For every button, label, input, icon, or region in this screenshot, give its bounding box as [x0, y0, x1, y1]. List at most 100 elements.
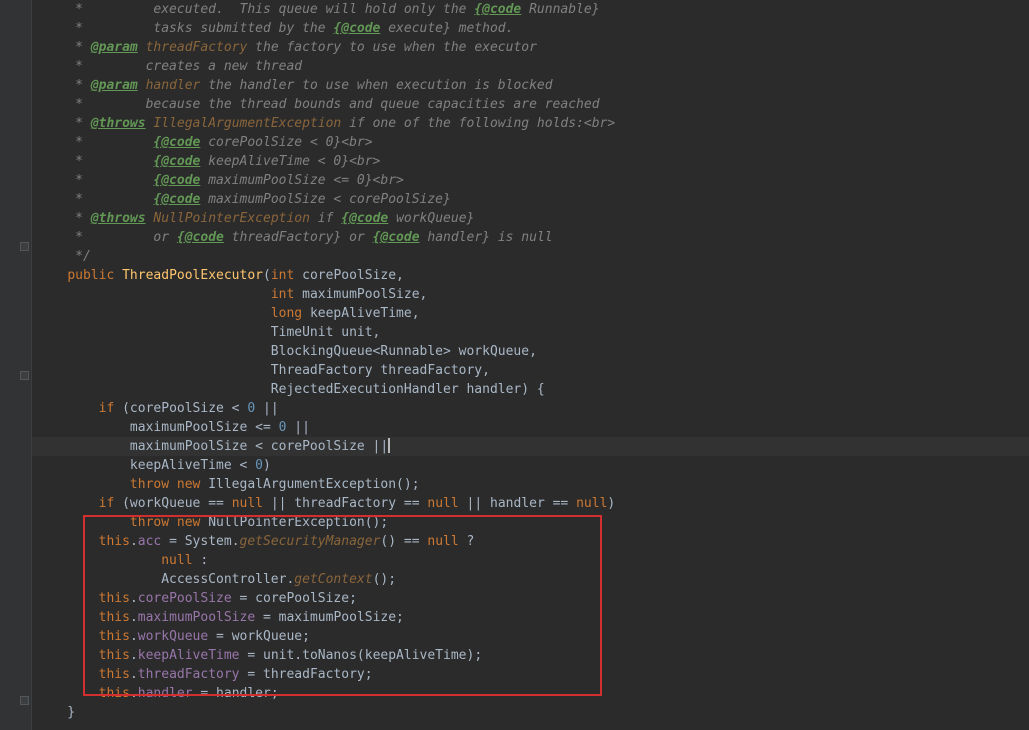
code-token: = threadFactory;: [240, 667, 373, 682]
text-caret: [388, 438, 390, 453]
code-line[interactable]: * because the thread bounds and queue ca…: [32, 95, 1029, 114]
code-token: public: [67, 268, 114, 283]
code-line[interactable]: * executed. This queue will hold only th…: [32, 0, 1029, 19]
code-token: if one of the following holds:<br>: [341, 116, 615, 131]
code-line[interactable]: long keepAliveTime,: [32, 304, 1029, 323]
code-line[interactable]: ThreadFactory threadFactory,: [32, 361, 1029, 380]
code-token: this: [99, 629, 130, 644]
fold-marker-icon[interactable]: [20, 371, 29, 380]
code-token: maximumPoolSize < corePoolSize ||: [36, 439, 388, 454]
code-token: (corePoolSize <: [114, 401, 247, 416]
code-token: [36, 591, 99, 606]
code-token: @throws: [91, 116, 146, 131]
code-token: workQueue}: [388, 211, 474, 226]
code-token: [36, 610, 99, 625]
code-token: [36, 477, 130, 492]
code-token: *: [36, 40, 91, 55]
code-token: handler: [138, 686, 193, 701]
code-line[interactable]: BlockingQueue<Runnable> workQueue,: [32, 342, 1029, 361]
code-token: maximumPoolSize <=: [36, 420, 279, 435]
code-token: (workQueue ==: [114, 496, 231, 511]
code-token: corePoolSize: [138, 591, 232, 606]
code-token: = handler;: [193, 686, 279, 701]
code-token: this: [99, 667, 130, 682]
code-token: = workQueue;: [208, 629, 310, 644]
code-line[interactable]: * @param handler the handler to use when…: [32, 76, 1029, 95]
code-line[interactable]: */: [32, 247, 1029, 266]
code-token: keepAliveTime <: [36, 458, 255, 473]
code-line[interactable]: keepAliveTime < 0): [32, 456, 1029, 475]
code-token: this: [99, 591, 130, 606]
code-token: (: [263, 268, 271, 283]
code-line[interactable]: maximumPoolSize <= 0 ||: [32, 418, 1029, 437]
code-line[interactable]: * {@code maximumPoolSize <= 0}<br>: [32, 171, 1029, 190]
code-line[interactable]: RejectedExecutionHandler handler) {: [32, 380, 1029, 399]
code-token: }: [36, 705, 75, 720]
code-token: [138, 40, 146, 55]
code-line[interactable]: * {@code keepAliveTime < 0}<br>: [32, 152, 1029, 171]
code-token: BlockingQueue<Runnable> workQueue,: [36, 344, 537, 359]
code-editor[interactable]: * executed. This queue will hold only th…: [32, 0, 1029, 722]
code-token: {@code: [153, 192, 200, 207]
code-token: @param: [91, 40, 138, 55]
code-token: */: [36, 249, 91, 264]
code-line[interactable]: this.keepAliveTime = unit.toNanos(keepAl…: [32, 646, 1029, 665]
code-token: corePoolSize < 0}<br>: [200, 135, 372, 150]
code-token: ThreadFactory threadFactory,: [36, 363, 490, 378]
code-token: null: [427, 496, 458, 511]
code-line[interactable]: this.maximumPoolSize = maximumPoolSize;: [32, 608, 1029, 627]
code-token: getSecurityManager: [240, 534, 381, 549]
code-line[interactable]: null :: [32, 551, 1029, 570]
code-token: [36, 287, 271, 302]
code-token: corePoolSize,: [294, 268, 404, 283]
code-token: [36, 686, 99, 701]
code-line[interactable]: this.workQueue = workQueue;: [32, 627, 1029, 646]
code-token: [36, 629, 99, 644]
code-token: getContext: [294, 572, 372, 587]
code-token: ): [607, 496, 615, 511]
code-token: this: [99, 534, 130, 549]
code-line[interactable]: throw new NullPointerException();: [32, 513, 1029, 532]
code-line[interactable]: * {@code corePoolSize < 0}<br>: [32, 133, 1029, 152]
code-token: handler} is null: [420, 230, 553, 245]
code-line[interactable]: AccessController.getContext();: [32, 570, 1029, 589]
code-token: * tasks submitted by the: [36, 21, 333, 36]
code-token: {@code: [153, 173, 200, 188]
fold-marker-icon[interactable]: [20, 696, 29, 705]
code-line[interactable]: * tasks submitted by the {@code execute}…: [32, 19, 1029, 38]
code-line[interactable]: * @param threadFactory the factory to us…: [32, 38, 1029, 57]
code-token: ();: [373, 572, 396, 587]
code-line[interactable]: * @throws IllegalArgumentException if on…: [32, 114, 1029, 133]
code-token: * or: [36, 230, 177, 245]
code-token: .: [130, 648, 138, 663]
code-token: :: [193, 553, 209, 568]
code-token: @param: [91, 78, 138, 93]
code-line[interactable]: this.corePoolSize = corePoolSize;: [32, 589, 1029, 608]
code-line[interactable]: this.threadFactory = threadFactory;: [32, 665, 1029, 684]
code-token: workQueue: [138, 629, 208, 644]
code-line[interactable]: * or {@code threadFactory} or {@code han…: [32, 228, 1029, 247]
code-line[interactable]: this.acc = System.getSecurityManager() =…: [32, 532, 1029, 551]
code-line[interactable]: throw new IllegalArgumentException();: [32, 475, 1029, 494]
code-token: .: [130, 667, 138, 682]
code-token: .: [130, 591, 138, 606]
code-token: keepAliveTime: [138, 648, 240, 663]
editor-gutter: [0, 0, 32, 730]
code-line[interactable]: * @throws NullPointerException if {@code…: [32, 209, 1029, 228]
fold-marker-icon[interactable]: [20, 242, 29, 251]
code-token: .: [130, 534, 138, 549]
code-token: this: [99, 686, 130, 701]
code-line[interactable]: TimeUnit unit,: [32, 323, 1029, 342]
code-line[interactable]: if (workQueue == null || threadFactory =…: [32, 494, 1029, 513]
code-token: ?: [459, 534, 475, 549]
code-token: NullPointerException();: [200, 515, 388, 530]
code-line[interactable]: int maximumPoolSize,: [32, 285, 1029, 304]
code-line[interactable]: public ThreadPoolExecutor(int corePoolSi…: [32, 266, 1029, 285]
code-line[interactable]: if (corePoolSize < 0 ||: [32, 399, 1029, 418]
code-line[interactable]: * creates a new thread: [32, 57, 1029, 76]
code-token: || threadFactory ==: [263, 496, 427, 511]
code-line[interactable]: this.handler = handler;: [32, 684, 1029, 703]
code-line[interactable]: }: [32, 703, 1029, 722]
code-line[interactable]: maximumPoolSize < corePoolSize ||: [32, 437, 1029, 456]
code-line[interactable]: * {@code maximumPoolSize < corePoolSize}: [32, 190, 1029, 209]
